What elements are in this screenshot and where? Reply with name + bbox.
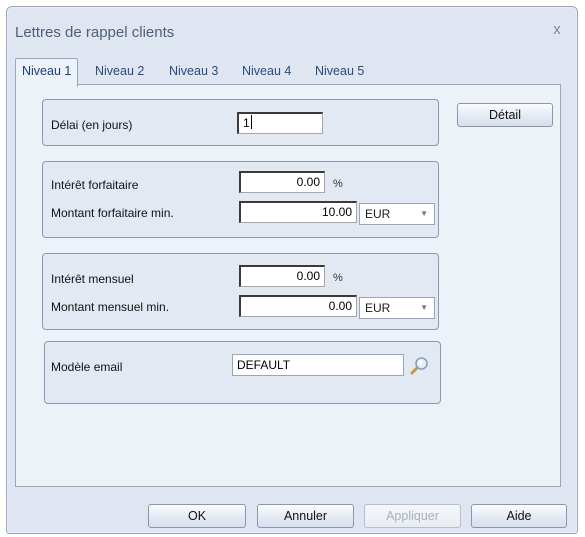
- delay-group: Délai (en jours) 1: [42, 99, 439, 146]
- delay-input[interactable]: 1: [237, 112, 323, 134]
- apply-button[interactable]: Appliquer: [364, 504, 461, 528]
- monthly-min-input[interactable]: 0.00: [239, 295, 357, 317]
- monthly-interest-input[interactable]: 0.00: [239, 265, 325, 287]
- tab-niveau-1[interactable]: Niveau 1: [15, 58, 79, 87]
- chevron-down-icon: ▼: [420, 209, 428, 218]
- monthly-currency-value: EUR: [365, 301, 391, 315]
- detail-button[interactable]: Détail: [457, 103, 553, 127]
- email-template-group: Modèle email DEFAULT: [44, 341, 441, 404]
- magnifier-icon[interactable]: [408, 355, 430, 377]
- monthly-interest-group: Intérêt mensuel 0.00 % Montant mensuel m…: [42, 253, 439, 330]
- delay-label: Délai (en jours): [51, 118, 133, 132]
- flat-interest-input[interactable]: 0.00: [239, 171, 325, 193]
- flat-currency-select[interactable]: EUR ▼: [359, 203, 435, 225]
- tab-panel: Délai (en jours) 1 Détail Intérêt forfai…: [15, 84, 561, 487]
- monthly-currency-select[interactable]: EUR ▼: [359, 297, 435, 319]
- email-template-label: Modèle email: [51, 360, 123, 374]
- tab-niveau-2[interactable]: Niveau 2: [95, 64, 144, 84]
- chevron-down-icon: ▼: [420, 303, 428, 312]
- flat-min-label: Montant forfaitaire min.: [51, 206, 174, 220]
- close-icon[interactable]: x: [547, 21, 567, 39]
- tab-niveau-5[interactable]: Niveau 5: [315, 64, 364, 84]
- tab-niveau-4[interactable]: Niveau 4: [242, 64, 291, 84]
- monthly-interest-label: Intérêt mensuel: [51, 272, 134, 286]
- monthly-min-label: Montant mensuel min.: [51, 300, 170, 314]
- flat-currency-value: EUR: [365, 207, 391, 221]
- percent-sign: %: [333, 178, 343, 190]
- ok-button[interactable]: OK: [148, 504, 246, 528]
- text-caret: [250, 115, 252, 129]
- title-bar[interactable]: Lettres de rappel clients x: [7, 7, 577, 49]
- window-title: Lettres de rappel clients: [15, 24, 175, 41]
- cancel-button[interactable]: Annuler: [257, 504, 354, 528]
- percent-sign: %: [333, 272, 343, 284]
- delay-value: 1: [243, 116, 250, 130]
- flat-interest-label: Intérêt forfaitaire: [51, 178, 139, 192]
- tab-niveau-3[interactable]: Niveau 3: [169, 64, 218, 84]
- flat-min-input[interactable]: 10.00: [239, 201, 357, 223]
- flat-interest-group: Intérêt forfaitaire 0.00 % Montant forfa…: [42, 161, 439, 238]
- help-button[interactable]: Aide: [471, 504, 567, 528]
- email-template-input[interactable]: DEFAULT: [232, 354, 404, 376]
